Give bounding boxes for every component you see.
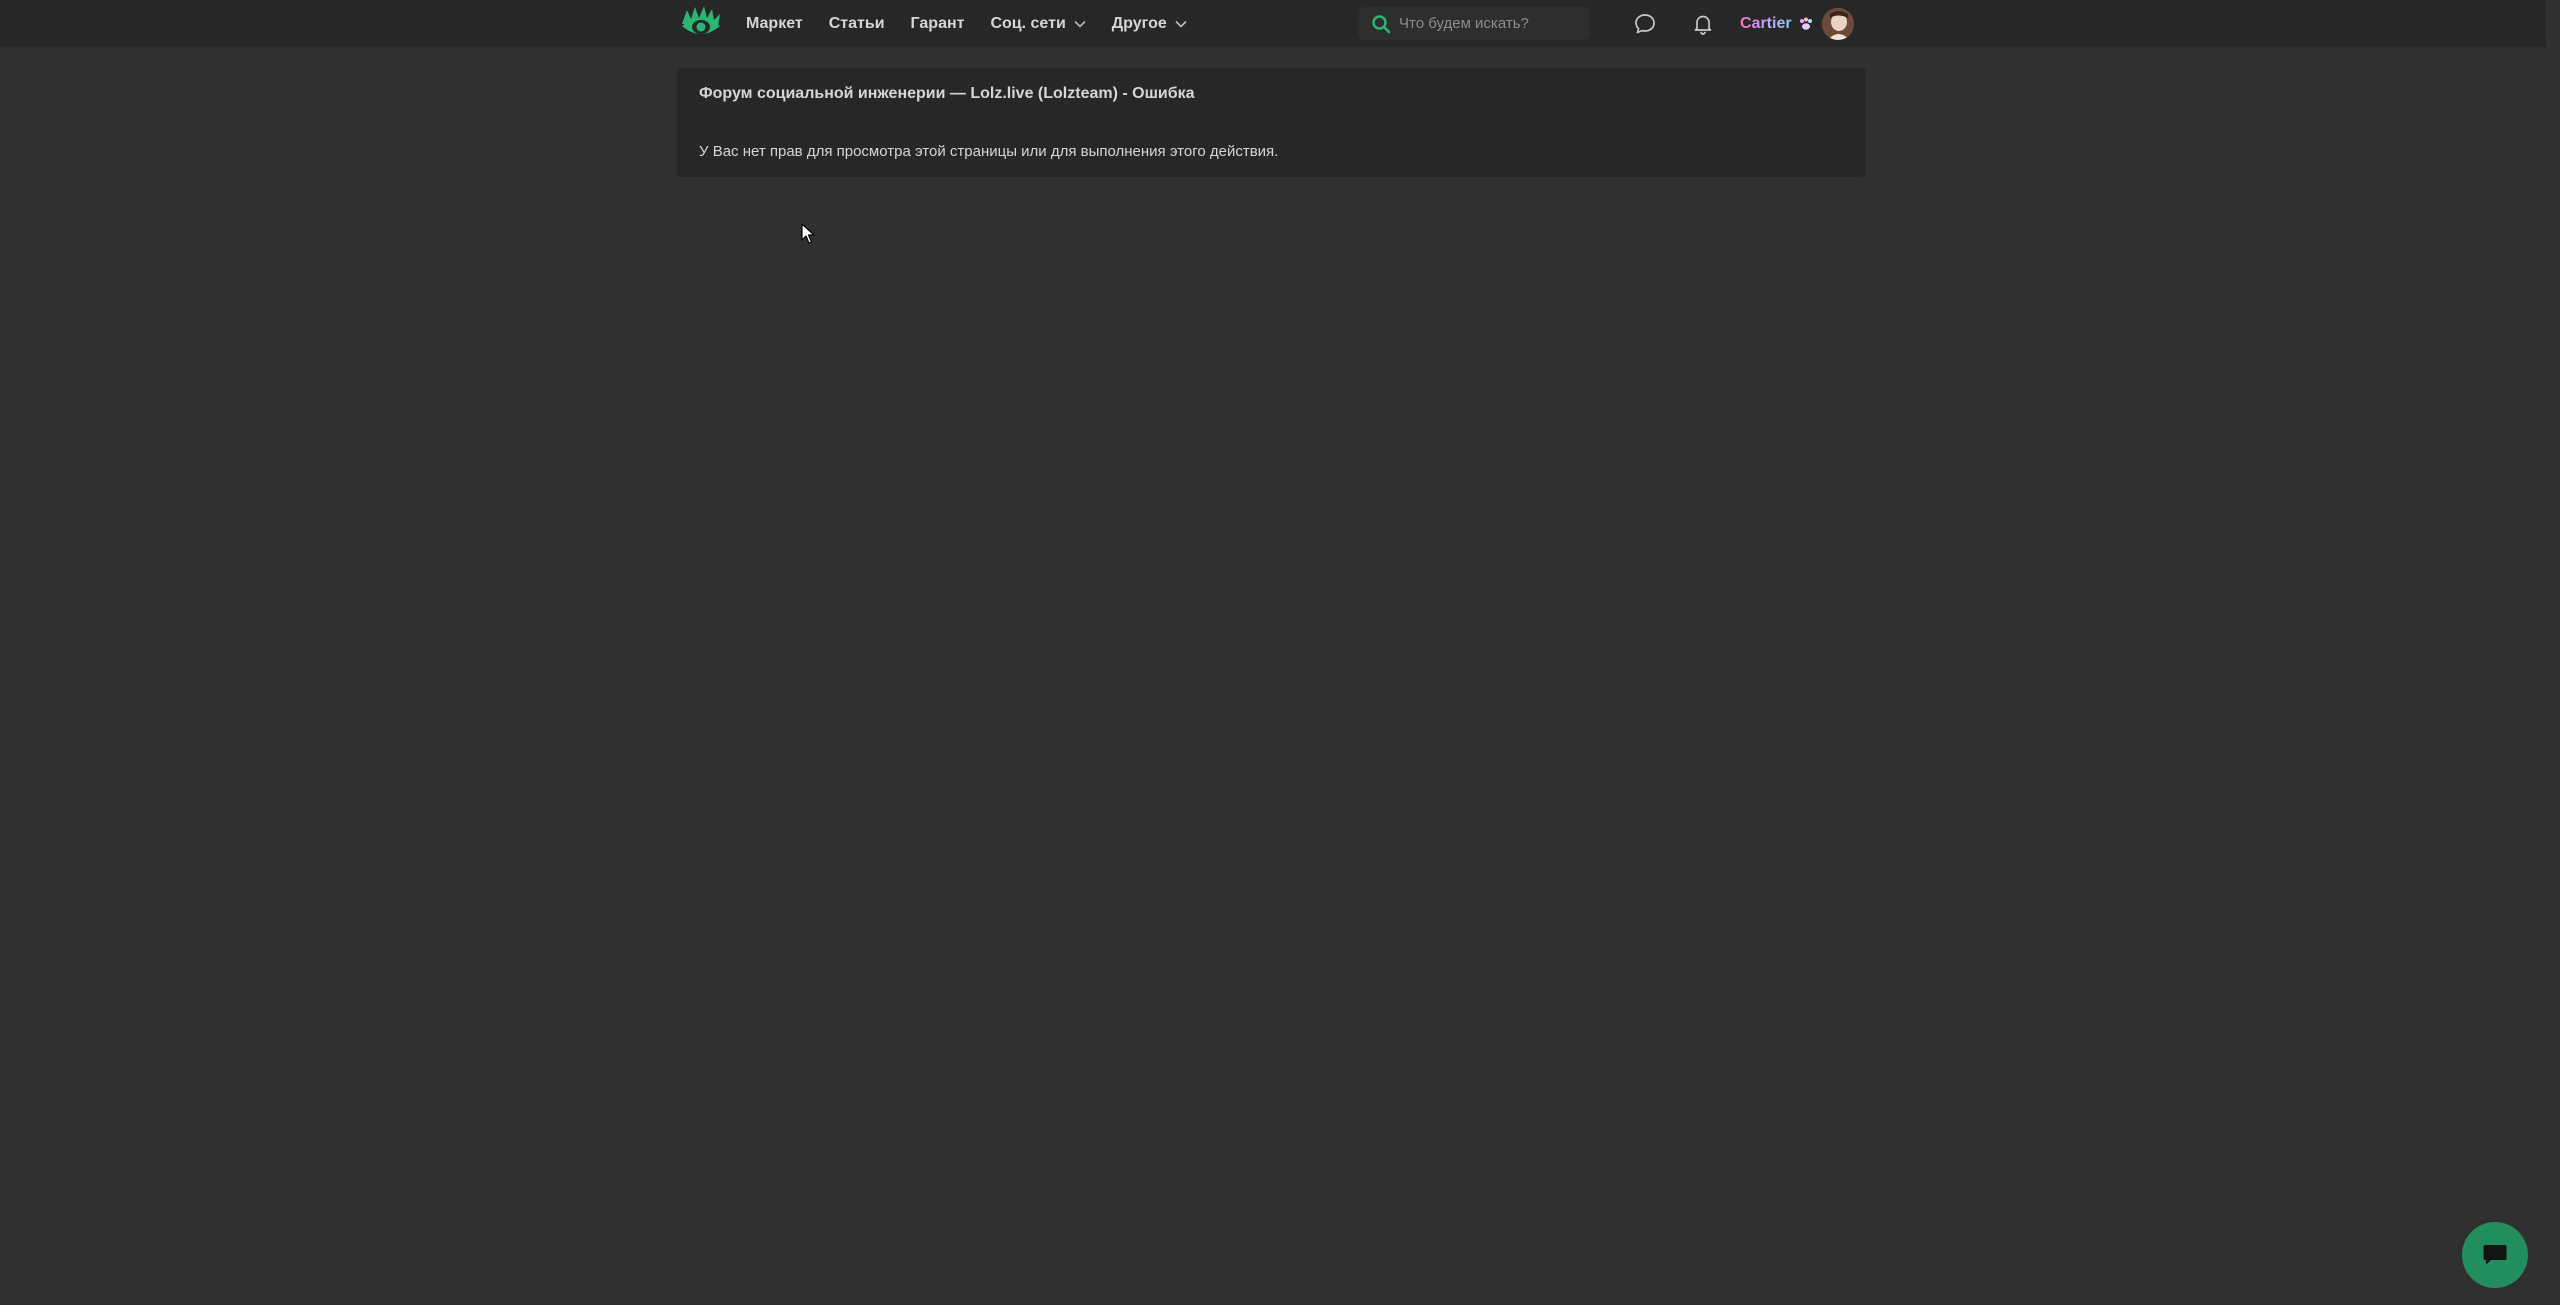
search-box[interactable] [1358,7,1590,40]
notifications-button[interactable] [1690,11,1716,37]
nav-item-label: Статьи [828,14,885,32]
chevron-down-icon [1074,20,1086,28]
user-menu[interactable]: Cartier [1740,8,1854,40]
nav-item-social[interactable]: Соц. сети [977,0,1098,47]
message-icon [1635,14,1655,34]
bell-icon [1694,15,1712,35]
site-logo[interactable] [680,4,722,42]
nav-item-other[interactable]: Другое [1099,0,1200,47]
error-title: Форум социальной инженерии — Lolz.live (… [699,85,1195,102]
nav-item-label: Гарант [910,14,965,32]
error-message: У Вас нет прав для просмотра этой страни… [699,143,1279,160]
mouse-cursor-icon [801,223,815,245]
top-header: Маркет Статьи Гарант Соц. сети Другое Чт… [0,0,2560,48]
username: Cartier [1740,15,1792,32]
eye-logo-icon [682,6,720,34]
main-nav: Маркет Статьи Гарант Соц. сети Другое [746,0,1200,47]
avatar[interactable] [1821,8,1854,40]
chat-icon [2483,1245,2507,1265]
messages-button[interactable] [1632,11,1658,37]
nav-item-guarantor[interactable]: Гарант [898,0,978,47]
nav-item-label: Другое [1111,14,1167,32]
search-icon [1371,14,1391,34]
scrollbar[interactable] [2546,0,2560,1305]
error-panel: Форум социальной инженерии — Lolz.live (… [677,68,1866,177]
nav-item-articles[interactable]: Статьи [816,0,898,47]
nav-item-label: Соц. сети [990,14,1066,32]
avatar-image-icon [1821,8,1854,40]
nav-item-market[interactable]: Маркет [746,0,816,47]
paw-badge-icon [1796,16,1816,32]
chevron-down-icon [1175,20,1187,28]
search-input[interactable] [1399,8,1590,39]
chat-button[interactable] [2462,1222,2528,1288]
nav-item-label: Маркет [746,14,803,32]
